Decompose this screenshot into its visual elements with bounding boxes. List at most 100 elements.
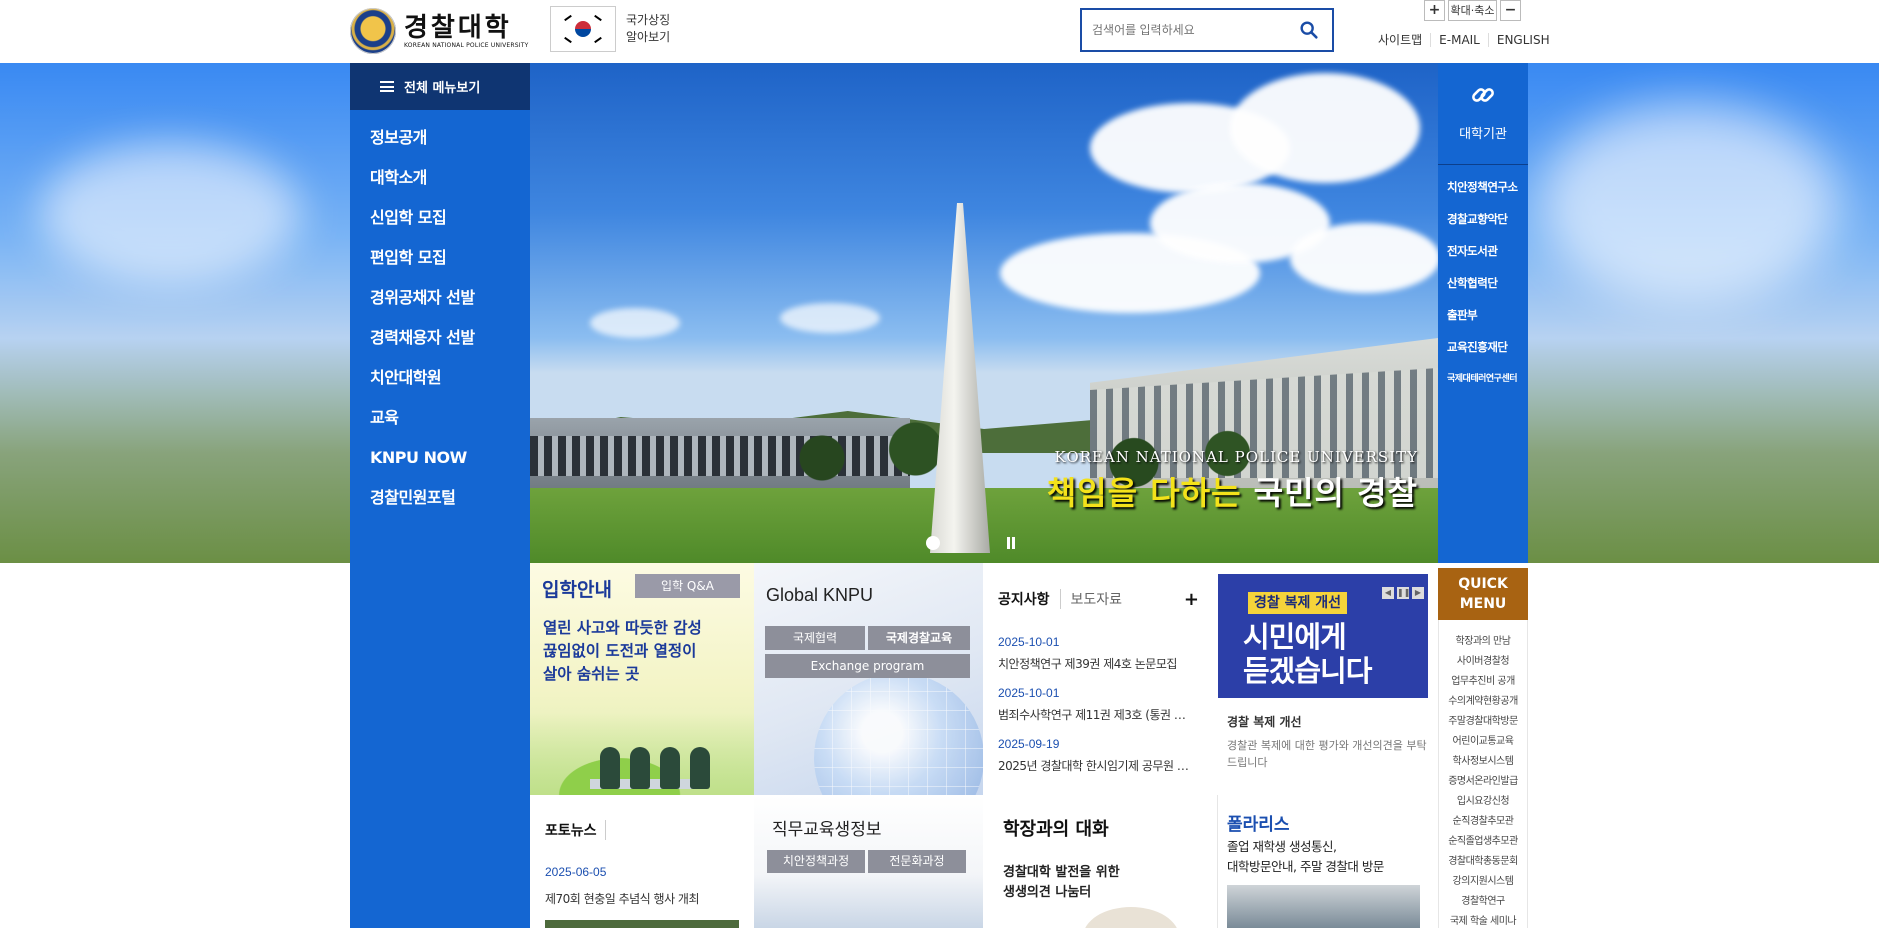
job-training-title[interactable]: 직무교육생정보 bbox=[772, 815, 881, 840]
photo-news-title[interactable]: 포토뉴스 bbox=[545, 820, 606, 840]
sitemap-link[interactable]: 사이트맵 bbox=[1370, 33, 1430, 47]
org-item-e-library[interactable]: 전자도서관 bbox=[1438, 235, 1528, 267]
pause-icon[interactable]: ❚❚ bbox=[1397, 587, 1410, 599]
quick-link[interactable]: 국제 학술 세미나 bbox=[1439, 912, 1527, 928]
polaris-card[interactable]: 폴라리스 졸업 재학생 생성통신, 대학방문안내, 주말 경찰대 방문 bbox=[1217, 795, 1438, 928]
quick-link[interactable]: 증명서온라인발급 bbox=[1439, 772, 1527, 792]
admission-title: 입학안내 bbox=[542, 579, 612, 601]
uniform-improvement-card[interactable]: 경찰 복제 개선 시민에게 듣겠습니다 ◀ ❚❚ ▶ 경찰 복제 개선 경찰관 … bbox=[1217, 563, 1438, 795]
nav-item-civil-portal[interactable]: 경찰민원포털 bbox=[350, 478, 530, 518]
tab-notices[interactable]: 공지사항 bbox=[998, 589, 1061, 609]
globe-image bbox=[814, 673, 983, 795]
notice-date: 2025-09-19 bbox=[998, 737, 1060, 751]
nav-item-info-disclosure[interactable]: 정보공개 bbox=[350, 118, 530, 158]
photo-news-card: 포토뉴스 2025-06-05 제70회 현충일 추념식 행사 개최 bbox=[530, 795, 754, 928]
uniform-title: 경찰 복제 개선 bbox=[1227, 715, 1302, 729]
popup-controls: ◀ ❚❚ ▶ bbox=[1382, 587, 1424, 599]
photo-news-link[interactable]: 제70회 현충일 추념식 행사 개최 bbox=[545, 890, 700, 907]
job-training-card: 직무교육생정보 치안정책과정 전문화과정 bbox=[754, 795, 983, 928]
zoom-controls: + 확대·축소 − bbox=[1424, 0, 1521, 21]
nav-item-graduate-school[interactable]: 치안대학원 bbox=[350, 358, 530, 398]
polaris-thumbnail bbox=[1227, 885, 1420, 928]
symbol-label-line1: 국가상징 bbox=[626, 13, 671, 27]
intl-police-education-button[interactable]: 국제경찰교육 bbox=[868, 626, 970, 650]
hamburger-icon bbox=[380, 81, 394, 92]
notice-link[interactable]: 치안정책연구 제39권 제4호 논문모집 bbox=[998, 653, 1203, 682]
institutions-title: 대학기관 bbox=[1459, 127, 1507, 142]
page: 경찰대학 KOREAN NATIONAL POLICE UNIVERSITY 국… bbox=[0, 0, 1879, 928]
org-item-counter-terror-center[interactable]: 국제대테러연구센터 bbox=[1438, 363, 1528, 395]
prev-icon[interactable]: ◀ bbox=[1382, 587, 1394, 599]
admission-slogan: 열린 사고와 따듯한 감성 끊임없이 도전과 열정이 살아 숨쉬는 곳 bbox=[543, 619, 702, 683]
logo-english: KOREAN NATIONAL POLICE UNIVERSITY bbox=[404, 41, 529, 49]
dialog-title: 학장과의 대화 bbox=[1003, 819, 1109, 840]
quick-link[interactable]: 강의지원시스템 bbox=[1439, 872, 1527, 892]
quick-link[interactable]: 경찰학연구 bbox=[1439, 892, 1527, 912]
quick-link[interactable]: 순직졸업생추모관 bbox=[1439, 832, 1527, 852]
symbol-label-line2: 알아보기 bbox=[626, 30, 671, 44]
site-header: 경찰대학 KOREAN NATIONAL POLICE UNIVERSITY 국… bbox=[0, 0, 1879, 63]
utility-links: 사이트맵 E-MAIL ENGLISH bbox=[1370, 33, 1558, 47]
zoom-out-button[interactable]: − bbox=[1500, 0, 1521, 21]
quick-link[interactable]: 업무추진비 공개 bbox=[1439, 672, 1527, 692]
org-item-publishing[interactable]: 출판부 bbox=[1438, 299, 1528, 331]
nav-item-education[interactable]: 교육 bbox=[350, 398, 530, 438]
banner-slogan: 책임을 다하는 국민의 경찰 bbox=[1046, 474, 1418, 512]
national-symbol-link[interactable]: 국가상징 알아보기 bbox=[550, 6, 670, 52]
quick-link[interactable]: 학장과의 만남 bbox=[1439, 632, 1527, 652]
president-photo bbox=[1083, 907, 1179, 928]
all-menu-button[interactable]: 전체 메뉴보기 bbox=[350, 63, 530, 110]
quick-menu: QUICK MENU 학장과의 만남 사이버경찰청 업무추진비 공개 수의계약현… bbox=[1438, 568, 1528, 928]
nav-item-lieutenant-selection[interactable]: 경위공채자 선발 bbox=[350, 278, 530, 318]
quick-link[interactable]: 주말경찰대학방문 bbox=[1439, 712, 1527, 732]
banner-english-text: KOREAN NATIONAL POLICE UNIVERSITY bbox=[1054, 448, 1418, 466]
uniform-badge: 경찰 복제 개선 bbox=[1248, 592, 1348, 614]
admission-qa-button[interactable]: 입학 Q&A bbox=[635, 574, 740, 598]
quick-link[interactable]: 학사정보시스템 bbox=[1439, 752, 1527, 772]
email-link[interactable]: E-MAIL bbox=[1430, 33, 1488, 47]
notice-board: 공지사항 보도자료 + 2025-10-01 치안정책연구 제39권 제4호 논… bbox=[983, 563, 1217, 795]
photo-news-date: 2025-06-05 bbox=[545, 865, 607, 879]
quick-link[interactable]: 어린이교통교육 bbox=[1439, 732, 1527, 752]
uniform-headline: 시민에게 듣겠습니다 bbox=[1243, 620, 1372, 688]
polaris-description: 졸업 재학생 생성통신, 대학방문안내, 주말 경찰대 방문 bbox=[1227, 839, 1384, 874]
quick-menu-title: QUICK MENU bbox=[1438, 568, 1528, 620]
nav-item-admission[interactable]: 신입학 모집 bbox=[350, 198, 530, 238]
slide-indicator-dot[interactable] bbox=[926, 536, 940, 550]
quick-link[interactable]: 사이버경찰청 bbox=[1439, 652, 1527, 672]
exchange-program-button[interactable]: Exchange program bbox=[765, 654, 970, 678]
notice-link[interactable]: 범죄수사학연구 제11권 제3호 (통권 … bbox=[998, 704, 1203, 733]
nav-item-knpu-now[interactable]: KNPU NOW bbox=[350, 438, 530, 478]
quick-link[interactable]: 경찰대학총동문회 bbox=[1439, 852, 1527, 872]
org-item-orchestra[interactable]: 경찰교향악단 bbox=[1438, 203, 1528, 235]
quick-link[interactable]: 입시요강신청 bbox=[1439, 792, 1527, 812]
org-item-industry-cooperation[interactable]: 산학협력단 bbox=[1438, 267, 1528, 299]
english-link[interactable]: ENGLISH bbox=[1487, 33, 1558, 47]
quick-link[interactable]: 수의계약현황공개 bbox=[1439, 692, 1527, 712]
pause-icon[interactable] bbox=[1005, 537, 1017, 550]
tab-press-releases[interactable]: 보도자료 bbox=[1071, 589, 1133, 609]
org-item-policy-institute[interactable]: 치안정책연구소 bbox=[1438, 171, 1528, 203]
nav-item-transfer[interactable]: 편입학 모집 bbox=[350, 238, 530, 278]
notice-link[interactable]: 2025년 경찰대학 한시임기제 공무원 … bbox=[998, 755, 1203, 784]
admission-card[interactable]: 입학안내 입학 Q&A 열린 사고와 따듯한 감성 끊임없이 도전과 열정이 살… bbox=[530, 563, 754, 795]
nav-item-career-selection[interactable]: 경력채용자 선발 bbox=[350, 318, 530, 358]
next-icon[interactable]: ▶ bbox=[1412, 587, 1424, 599]
president-dialog-card[interactable]: 학장과의 대화 경찰대학 발전을 위한 생생의견 나눔터 bbox=[983, 795, 1217, 928]
notice-date: 2025-10-01 bbox=[998, 686, 1060, 700]
quick-link[interactable]: 순직경찰추모관 bbox=[1439, 812, 1527, 832]
specialization-course-button[interactable]: 전문화과정 bbox=[868, 850, 966, 873]
site-logo[interactable]: 경찰대학 KOREAN NATIONAL POLICE UNIVERSITY bbox=[350, 8, 528, 54]
zoom-in-button[interactable]: + bbox=[1424, 0, 1445, 21]
intl-cooperation-button[interactable]: 국제협력 bbox=[765, 626, 865, 650]
policy-course-button[interactable]: 치안정책과정 bbox=[767, 850, 865, 873]
more-notices-button[interactable]: + bbox=[1184, 589, 1199, 610]
nav-item-about[interactable]: 대학소개 bbox=[350, 158, 530, 198]
global-knpu-title[interactable]: Global KNPU bbox=[766, 585, 873, 606]
search-icon[interactable] bbox=[1298, 19, 1320, 41]
org-item-education-foundation[interactable]: 교육진흥재단 bbox=[1438, 331, 1528, 363]
main-banner[interactable]: KOREAN NATIONAL POLICE UNIVERSITY 책임을 다하… bbox=[530, 63, 1438, 563]
photo-news-thumbnail[interactable] bbox=[545, 920, 739, 928]
korean-flag-icon bbox=[550, 6, 616, 52]
search-input[interactable] bbox=[1082, 10, 1282, 50]
